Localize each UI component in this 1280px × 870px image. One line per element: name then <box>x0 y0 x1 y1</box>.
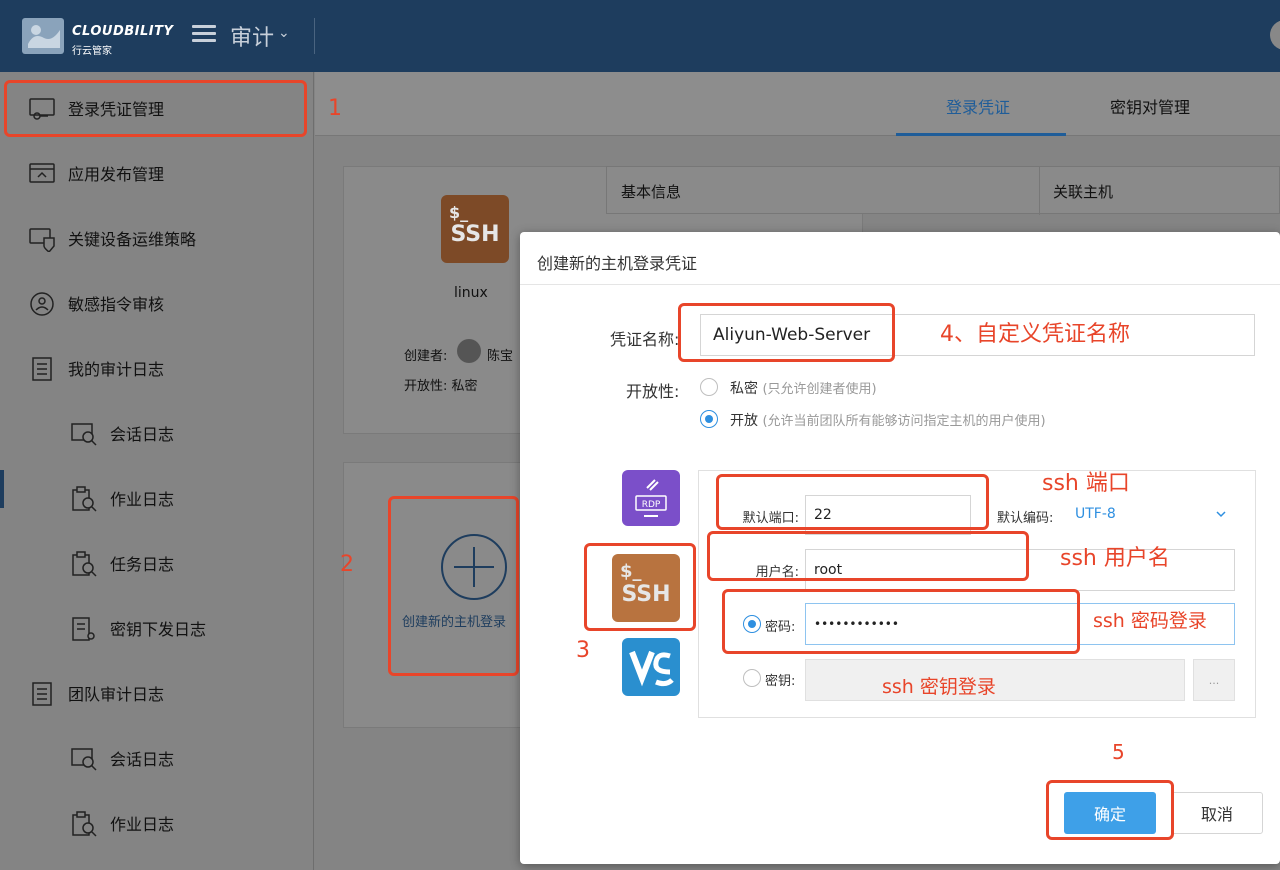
sidebar-item-label: 关键设备运维策略 <box>68 230 197 249</box>
annotation-box-4 <box>678 303 895 362</box>
annotation-box-port <box>716 474 989 530</box>
annotation-box-password <box>722 589 1080 654</box>
tab-bar: 登录凭证 密钥对管理 <box>315 72 1280 136</box>
cloudbility-logo[interactable] <box>20 14 66 58</box>
annotation-step-4: 4、自定义凭证名称 <box>940 322 1130 347</box>
active-tab-indicator <box>896 133 1066 136</box>
annotation-step-2: 2 <box>340 552 354 577</box>
table-header-row: 基本信息 关联主机 <box>606 166 1280 215</box>
sidebar-scroll-marker <box>0 470 4 508</box>
session-log-icon <box>71 423 97 446</box>
header-divider <box>314 18 315 54</box>
sidebar-item-label: 作业日志 <box>110 490 175 509</box>
sidebar-item-team-audit-log[interactable]: 团队审计日志 <box>0 661 314 725</box>
card-openness: 开放性: 私密 <box>404 379 478 394</box>
annotation-ssh-key: ssh 密钥登录 <box>882 676 996 698</box>
module-menu-title[interactable]: 审计 <box>230 20 274 52</box>
tab-credentials[interactable]: 登录凭证 <box>946 94 1010 118</box>
public-radio[interactable] <box>700 410 718 428</box>
chevron-down-icon[interactable] <box>1215 509 1227 519</box>
annotation-ssh-password: ssh 密码登录 <box>1093 610 1207 632</box>
annotation-step-1: 1 <box>328 96 342 121</box>
brand-subtitle: 行云管家 <box>72 46 112 57</box>
column-linked-hosts: 关联主机 <box>1053 183 1114 201</box>
sidebar-item-device-policy[interactable]: 关键设备运维策略 <box>0 206 314 270</box>
creator-name: 陈宝 <box>487 349 514 364</box>
vnc-protocol-icon[interactable] <box>622 638 680 696</box>
sidebar-item-command-audit[interactable]: 敏感指令审核 <box>0 271 314 335</box>
tab-keypair[interactable]: 密钥对管理 <box>1110 94 1190 118</box>
sidebar-item-job-log[interactable]: 作业日志 <box>0 466 314 530</box>
task-log-icon <box>72 551 97 577</box>
rdp-protocol-icon[interactable]: RDP <box>622 470 680 526</box>
device-policy-icon <box>29 228 55 252</box>
sidebar-item-label: 敏感指令审核 <box>68 295 165 314</box>
default-encoding-label: 默认编码: <box>997 511 1054 526</box>
user-avatar[interactable] <box>1270 20 1280 50</box>
creator-avatar <box>457 339 481 363</box>
rdp-label: RDP <box>642 500 661 510</box>
sidebar-item-team-session-log[interactable]: 会话日志 <box>0 726 314 790</box>
key-label: 密钥: <box>765 674 796 689</box>
dialog-title-divider <box>520 284 1280 285</box>
dialog-title: 创建新的主机登录凭证 <box>537 254 698 273</box>
sidebar-item-label: 我的审计日志 <box>68 360 165 379</box>
credential-name-label: 凭证名称: <box>610 330 680 349</box>
session-log-icon <box>71 748 97 771</box>
openness-label: 开放性: <box>626 382 680 401</box>
sidebar-item-session-log[interactable]: 会话日志 <box>0 401 314 465</box>
public-option[interactable]: 开放 (允许当前团队所有能够访问指定主机的用户使用) <box>730 410 1046 430</box>
ssh-icon-prompt: $_ <box>449 203 469 222</box>
annotation-ssh-port: ssh 端口 <box>1042 471 1130 496</box>
sidebar-item-app-publish[interactable]: 应用发布管理 <box>0 141 314 205</box>
private-radio[interactable] <box>700 378 718 396</box>
sidebar-item-task-log[interactable]: 任务日志 <box>0 531 314 595</box>
annotation-step-3: 3 <box>576 638 590 663</box>
encoding-select[interactable]: UTF-8 <box>1075 506 1116 522</box>
column-basic-info: 基本信息 <box>621 183 682 201</box>
top-header: CLOUDBILITY 行云管家 审计 ⌄ <box>0 0 1280 72</box>
sidebar-item-label: 任务日志 <box>110 555 175 574</box>
credential-name: linux <box>454 285 488 301</box>
sidebar: 登录凭证管理 应用发布管理 关键设备运维策略 敏感指令审核 我的审计日志 会话日… <box>0 72 314 870</box>
annotation-step-5: 5 <box>1112 740 1125 764</box>
hamburger-menu-icon[interactable] <box>192 22 216 46</box>
private-option-hint: (只允许创建者使用) <box>762 382 877 397</box>
key-log-icon <box>72 617 95 641</box>
sidebar-item-label: 作业日志 <box>110 815 175 834</box>
sidebar-item-my-audit-log[interactable]: 我的审计日志 <box>0 336 314 400</box>
annotation-box-3 <box>584 543 696 631</box>
chevron-down-icon[interactable]: ⌄ <box>278 25 290 41</box>
sidebar-item-label: 会话日志 <box>110 425 175 444</box>
private-option[interactable]: 私密 (只允许创建者使用) <box>730 378 877 398</box>
key-browse-button[interactable]: ... <box>1193 659 1235 701</box>
command-audit-icon <box>30 292 54 316</box>
team-log-icon <box>32 682 52 706</box>
ssh-icon: $_ SSH <box>441 195 509 263</box>
annotation-box-1 <box>4 80 307 137</box>
annotation-box-5 <box>1046 780 1174 840</box>
column-divider <box>1039 167 1040 215</box>
annotation-box-2 <box>388 496 519 676</box>
audit-log-icon <box>32 357 52 381</box>
sidebar-item-team-job-log[interactable]: 作业日志 <box>0 791 314 855</box>
job-log-icon <box>72 811 97 837</box>
ssh-icon-label: SSH <box>450 222 500 247</box>
job-log-icon <box>72 486 97 512</box>
creator-label: 创建者: <box>404 349 448 364</box>
brand-name: CLOUDBILITY <box>72 24 174 39</box>
key-auth-radio[interactable] <box>743 669 761 687</box>
sidebar-item-label: 会话日志 <box>110 750 175 769</box>
sidebar-item-label: 密钥下发日志 <box>110 620 207 639</box>
sidebar-item-key-log[interactable]: 密钥下发日志 <box>0 596 314 660</box>
sidebar-item-label: 团队审计日志 <box>68 685 165 704</box>
private-option-label: 私密 <box>730 381 758 397</box>
public-option-hint: (允许当前团队所有能够访问指定主机的用户使用) <box>762 414 1046 429</box>
cancel-button[interactable]: 取消 <box>1171 792 1263 834</box>
annotation-ssh-user: ssh 用户名 <box>1060 546 1170 571</box>
app-publish-icon <box>29 163 55 183</box>
sidebar-item-label: 应用发布管理 <box>68 165 165 184</box>
public-option-label: 开放 <box>730 413 758 429</box>
annotation-box-user <box>707 531 1029 581</box>
